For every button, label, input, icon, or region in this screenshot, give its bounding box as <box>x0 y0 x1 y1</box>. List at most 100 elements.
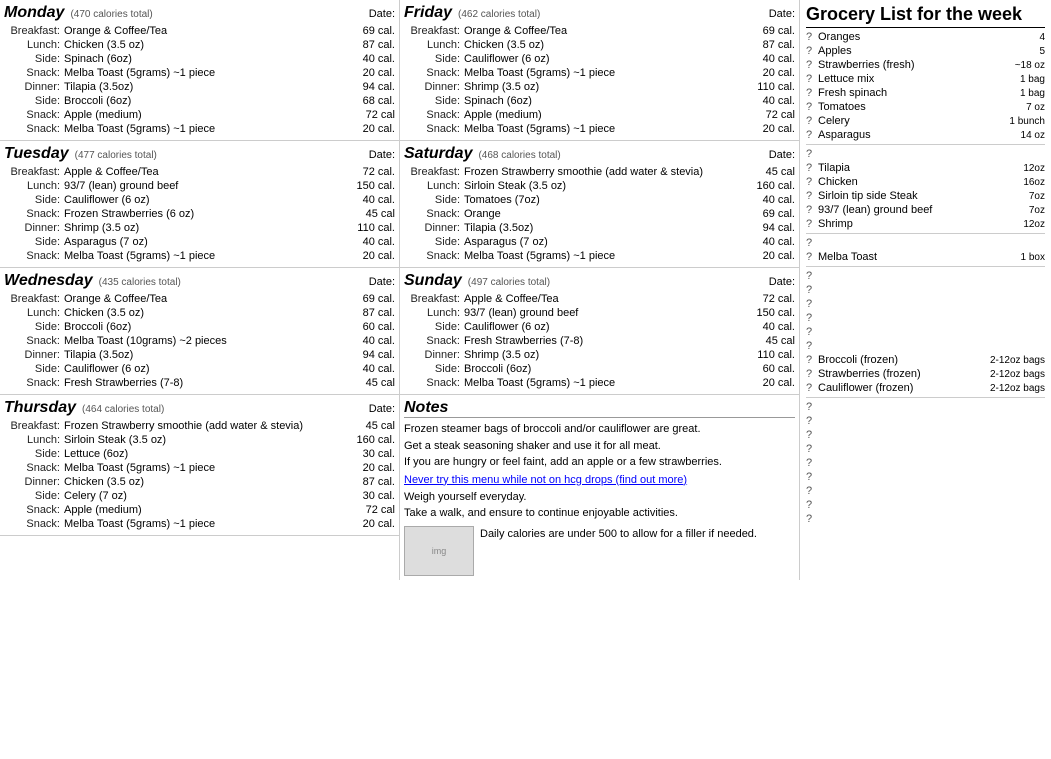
grocery-q: ? <box>806 251 818 263</box>
meal-cal: 150 cal. <box>740 307 795 319</box>
meal-desc: Frozen Strawberry smoothie (add water & … <box>464 166 740 178</box>
notes-link[interactable]: Never try this menu while not on hcg dro… <box>404 474 687 486</box>
meal-cal: 160 cal. <box>340 434 395 446</box>
meal-row: Breakfast: Frozen Strawberry smoothie (a… <box>404 165 795 179</box>
notes-extra-line: Take a walk, and ensure to continue enjo… <box>404 505 795 522</box>
meal-row: Snack: Melba Toast (5grams) ~1 piece 20 … <box>404 249 795 263</box>
meal-cal: 30 cal. <box>340 448 395 460</box>
notes-footer-text: Daily calories are under 500 to allow fo… <box>480 526 757 576</box>
grocery-row: ?Lettuce mix1 bag <box>806 72 1045 86</box>
meal-label: Side: <box>4 236 64 248</box>
meal-cal: 150 cal. <box>340 180 395 192</box>
meal-cal: 45 cal <box>340 377 395 389</box>
meal-label: Lunch: <box>404 307 464 319</box>
meal-desc: Tomatoes (7oz) <box>464 194 740 206</box>
meal-cal: 87 cal. <box>340 39 395 51</box>
meal-desc: Tilapia (3.5oz) <box>64 349 340 361</box>
grocery-q: ? <box>806 298 818 310</box>
meal-desc: Melba Toast (5grams) ~1 piece <box>64 462 340 474</box>
meal-cal: 160 cal. <box>740 180 795 192</box>
meal-cal: 40 cal. <box>340 53 395 65</box>
grocery-q: ? <box>806 499 818 511</box>
grocery-qty: 1 bunch <box>990 116 1045 127</box>
meal-desc: Broccoli (6oz) <box>64 321 340 333</box>
meal-row: Lunch: 93/7 (lean) ground beef 150 cal. <box>404 306 795 320</box>
meal-label: Dinner: <box>4 222 64 234</box>
grocery-item: 93/7 (lean) ground beef <box>818 204 990 216</box>
meal-desc: Spinach (6oz) <box>464 95 740 107</box>
meal-desc: Melba Toast (5grams) ~1 piece <box>64 250 340 262</box>
meal-label: Side: <box>4 53 64 65</box>
wednesday-date: Date: <box>369 276 395 288</box>
sunday-meals: Breakfast: Apple & Coffee/Tea 72 cal. Lu… <box>404 292 795 390</box>
friday-calories: (462 calories total) <box>458 9 540 20</box>
grocery-item: Melba Toast <box>818 251 990 263</box>
saturday-section: Saturday (468 calories total) Date: Brea… <box>400 141 799 268</box>
meal-row: Snack: Melba Toast (5grams) ~1 piece 20 … <box>404 376 795 390</box>
meal-label: Side: <box>404 321 464 333</box>
meal-label: Breakfast: <box>4 166 64 178</box>
meal-row: Side: Broccoli (6oz) 60 cal. <box>404 362 795 376</box>
grocery-row: ?Broccoli (frozen)2-12oz bags <box>806 353 1045 367</box>
grocery-row: ? <box>806 400 1045 414</box>
meal-label: Lunch: <box>4 39 64 51</box>
meal-desc: Apple (medium) <box>464 109 740 121</box>
grocery-q: ? <box>806 284 818 296</box>
meal-row: Breakfast: Apple & Coffee/Tea 72 cal. <box>404 292 795 306</box>
grocery-qty: 5 <box>990 46 1045 57</box>
meal-desc: Celery (7 oz) <box>64 490 340 502</box>
meal-desc: Melba Toast (5grams) ~1 piece <box>464 67 740 79</box>
meal-desc: Shrimp (3.5 oz) <box>464 349 740 361</box>
grocery-row: ?Asparagus14 oz <box>806 128 1045 142</box>
meal-desc: Cauliflower (6 oz) <box>464 53 740 65</box>
wednesday-title: Wednesday <box>4 272 93 290</box>
meal-label: Breakfast: <box>4 420 64 432</box>
notes-title: Notes <box>404 399 795 418</box>
meal-label: Snack: <box>4 123 64 135</box>
grocery-row: ? <box>806 147 1045 161</box>
meal-label: Snack: <box>4 377 64 389</box>
monday-meals: Breakfast: Orange & Coffee/Tea 69 cal. L… <box>4 24 395 136</box>
meal-desc: 93/7 (lean) ground beef <box>464 307 740 319</box>
grocery-q: ? <box>806 312 818 324</box>
meal-cal: 20 cal. <box>340 250 395 262</box>
grocery-row: ? <box>806 414 1045 428</box>
grocery-q: ? <box>806 87 818 99</box>
grocery-row: ?Oranges4 <box>806 30 1045 44</box>
meal-row: Breakfast: Orange & Coffee/Tea 69 cal. <box>404 24 795 38</box>
grocery-row: ?Shrimp12oz <box>806 217 1045 231</box>
grocery-qty: 16oz <box>990 177 1045 188</box>
meal-cal: 20 cal. <box>340 518 395 530</box>
grocery-row: ? <box>806 339 1045 353</box>
meal-row: Side: Spinach (6oz) 40 cal. <box>4 52 395 66</box>
meal-row: Dinner: Tilapia (3.5oz) 94 cal. <box>4 348 395 362</box>
grocery-qty: 2-12oz bags <box>990 355 1045 366</box>
wednesday-meals: Breakfast: Orange & Coffee/Tea 69 cal. L… <box>4 292 395 390</box>
meal-label: Side: <box>4 321 64 333</box>
saturday-date: Date: <box>769 149 795 161</box>
grocery-row: ? <box>806 297 1045 311</box>
grocery-separator <box>806 266 1045 267</box>
meal-desc: Tilapia (3.5oz) <box>464 222 740 234</box>
meal-cal: 40 cal. <box>740 53 795 65</box>
meal-cal: 40 cal. <box>340 194 395 206</box>
meal-row: Snack: Frozen Strawberries (6 oz) 45 cal <box>4 207 395 221</box>
grocery-row: ? <box>806 283 1045 297</box>
meal-desc: Melba Toast (5grams) ~1 piece <box>64 67 340 79</box>
meal-cal: 69 cal. <box>740 208 795 220</box>
meal-desc: Melba Toast (5grams) ~1 piece <box>464 123 740 135</box>
notes-extra-line: Weigh yourself everyday. <box>404 489 795 506</box>
grocery-q: ? <box>806 190 818 202</box>
grocery-q: ? <box>806 73 818 85</box>
grocery-item: Strawberries (frozen) <box>818 368 990 380</box>
meal-label: Dinner: <box>404 349 464 361</box>
meal-desc: Melba Toast (5grams) ~1 piece <box>64 123 340 135</box>
meal-row: Snack: Apple (medium) 72 cal <box>4 503 395 517</box>
meal-label: Lunch: <box>4 180 64 192</box>
meal-label: Side: <box>4 95 64 107</box>
meal-desc: Cauliflower (6 oz) <box>64 363 340 375</box>
meal-cal: 110 cal. <box>740 81 795 93</box>
grocery-qty: 1 bag <box>990 74 1045 85</box>
meal-cal: 87 cal. <box>340 476 395 488</box>
grocery-qty: 4 <box>990 32 1045 43</box>
